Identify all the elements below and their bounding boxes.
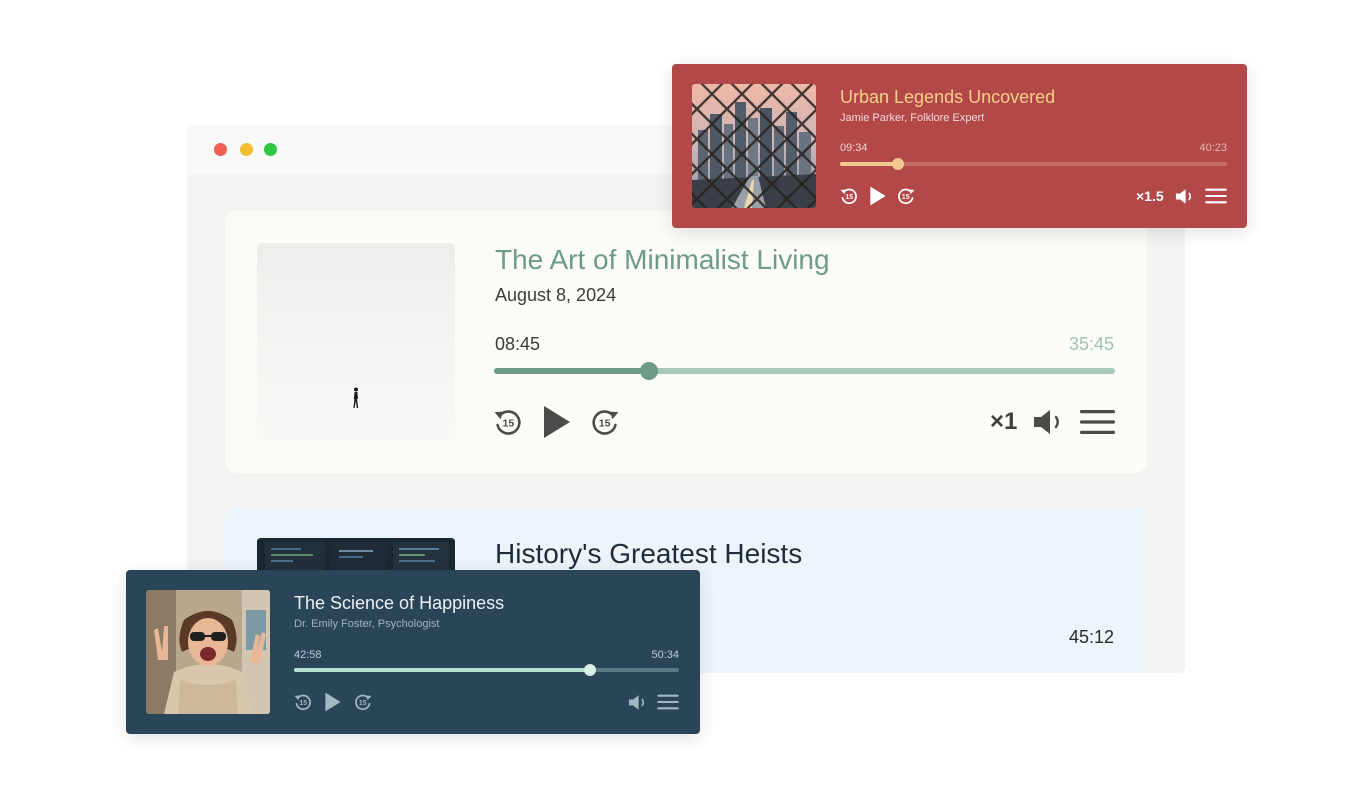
forward-15-icon[interactable]: 15 xyxy=(353,692,373,712)
episode-title: The Art of Minimalist Living xyxy=(495,244,830,275)
progress-fill xyxy=(494,368,650,374)
progress-handle[interactable] xyxy=(892,158,905,170)
episode-artwork xyxy=(146,590,270,714)
menu-icon[interactable] xyxy=(1080,409,1115,435)
episode-date: August 8, 2024 xyxy=(495,285,617,305)
svg-text:15: 15 xyxy=(599,418,611,430)
progress-bar[interactable] xyxy=(294,664,679,676)
episode-title: History's Greatest Heists xyxy=(495,538,803,569)
maximize-window-button[interactable] xyxy=(264,143,277,156)
play-icon[interactable] xyxy=(542,405,572,439)
city-behind-fence-image xyxy=(692,84,816,208)
episode-author: Jamie Parker, Folklore Expert xyxy=(840,112,985,124)
total-time: 40:23 xyxy=(1199,142,1227,154)
rewind-15-icon[interactable]: 15 xyxy=(839,186,859,206)
menu-icon[interactable] xyxy=(657,694,679,710)
svg-text:15: 15 xyxy=(359,700,367,707)
volume-icon[interactable] xyxy=(1175,188,1195,205)
current-time: 42:58 xyxy=(294,649,322,661)
play-icon[interactable] xyxy=(869,186,887,206)
svg-text:15: 15 xyxy=(299,700,307,707)
episode-artwork xyxy=(692,84,816,208)
rewind-15-icon[interactable]: 15 xyxy=(293,692,313,712)
progress-bar[interactable] xyxy=(840,158,1227,170)
volume-icon[interactable] xyxy=(1033,408,1065,436)
rewind-15-icon[interactable]: 15 xyxy=(492,406,524,438)
progress-fill xyxy=(294,668,591,672)
episode-author: Dr. Emily Foster, Psychologist xyxy=(294,618,440,630)
total-time: 50:34 xyxy=(651,649,679,661)
floating-player-navy: The Science of Happiness Dr. Emily Foste… xyxy=(126,570,700,734)
close-window-button[interactable] xyxy=(214,143,227,156)
volume-icon[interactable] xyxy=(628,694,648,711)
episode-artwork xyxy=(257,243,455,441)
laughing-woman-image xyxy=(146,590,270,714)
play-icon[interactable] xyxy=(324,692,342,712)
forward-15-icon[interactable]: 15 xyxy=(589,406,621,438)
episode-title: Urban Legends Uncovered xyxy=(840,87,1056,107)
forward-15-icon[interactable]: 15 xyxy=(896,186,916,206)
episode-title: The Science of Happiness xyxy=(294,593,505,613)
episode-duration: 45:12 xyxy=(1068,627,1114,647)
menu-icon[interactable] xyxy=(1205,188,1227,204)
svg-text:15: 15 xyxy=(845,194,853,201)
playback-speed-button[interactable]: ×1.5 xyxy=(1136,188,1164,204)
minimize-window-button[interactable] xyxy=(240,143,253,156)
svg-text:15: 15 xyxy=(902,194,910,201)
current-time: 08:45 xyxy=(495,334,541,354)
floating-player-red: Urban Legends Uncovered Jamie Parker, Fo… xyxy=(672,64,1247,228)
playback-speed-button[interactable]: ×1 xyxy=(990,408,1017,436)
progress-fill xyxy=(840,162,899,166)
progress-bar[interactable] xyxy=(494,362,1115,380)
current-time: 09:34 xyxy=(840,142,868,154)
svg-text:15: 15 xyxy=(503,418,515,430)
progress-handle[interactable] xyxy=(584,664,597,676)
walking-person-figure xyxy=(353,387,359,408)
total-time: 35:45 xyxy=(1068,334,1114,354)
